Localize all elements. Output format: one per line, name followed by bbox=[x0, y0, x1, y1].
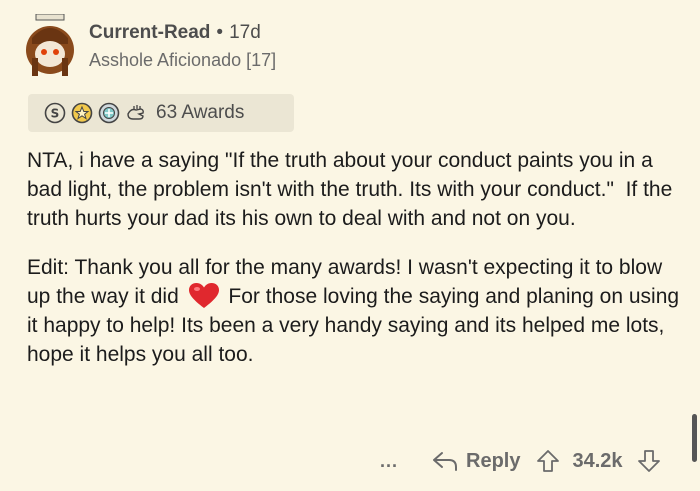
vote-controls: 34.2k bbox=[536, 449, 660, 473]
more-options-button[interactable]: ... bbox=[380, 451, 398, 472]
reply-button[interactable]: Reply bbox=[432, 450, 520, 473]
awards-count: 63 Awards bbox=[156, 102, 245, 123]
meta-separator: • bbox=[216, 22, 224, 43]
vote-score: 34.2k bbox=[572, 449, 623, 472]
comment-meta: Current-Read • 17d bbox=[89, 22, 261, 44]
comment-age: 17d bbox=[229, 22, 261, 43]
gold-award-icon bbox=[71, 102, 93, 124]
reply-arrow-icon bbox=[433, 452, 458, 471]
platinum-award-icon bbox=[98, 102, 120, 124]
comment-body: NTA, i have a saying "If the truth about… bbox=[27, 146, 687, 389]
reply-label: Reply bbox=[466, 449, 521, 472]
awards-bar[interactable]: S 63 Awards bbox=[28, 94, 294, 132]
user-flair: Asshole Aficionado [17] bbox=[89, 50, 277, 70]
comment-actions: ... Reply 34.2k bbox=[380, 446, 661, 476]
silver-award-icon: S bbox=[44, 102, 66, 124]
avatar[interactable] bbox=[22, 13, 80, 80]
helpful-hand-award-icon bbox=[127, 105, 144, 120]
downvote-arrow-icon[interactable] bbox=[637, 449, 661, 473]
upvote-arrow-icon[interactable] bbox=[536, 449, 560, 473]
heart-emoji-icon bbox=[188, 283, 219, 308]
comment-edit-paragraph: Edit: Thank you all for the many awards!… bbox=[27, 253, 687, 369]
comment-paragraph: NTA, i have a saying "If the truth about… bbox=[27, 149, 679, 230]
username[interactable]: Current-Read bbox=[89, 22, 210, 43]
svg-text:S: S bbox=[51, 107, 60, 121]
comment-card: Current-Read • 17d Asshole Aficionado [17]… bbox=[10, 8, 690, 488]
scrollbar-thumb[interactable] bbox=[692, 414, 697, 462]
